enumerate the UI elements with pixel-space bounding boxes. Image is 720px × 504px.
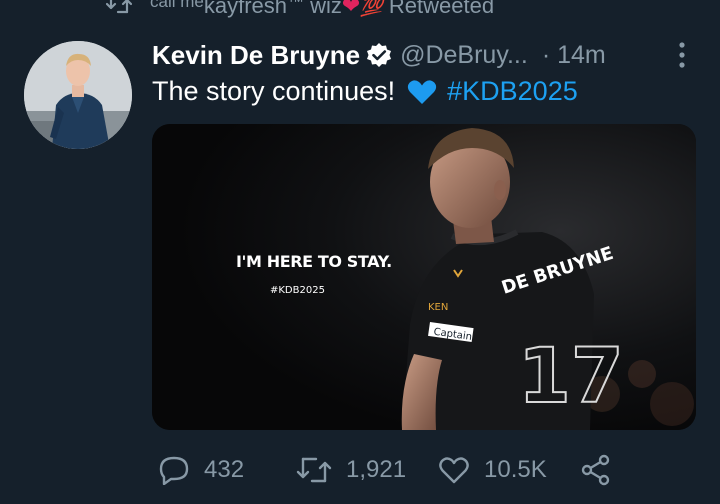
media-photo: DE BRUYNE Captain 17 KEN: [152, 124, 696, 430]
retweeter-name-main: kayfresh: [203, 0, 288, 18]
more-options-icon[interactable]: [677, 40, 687, 70]
retweet-icon: [296, 457, 332, 483]
avatar-photo: [24, 41, 132, 149]
retweet-count: 1,921: [346, 456, 407, 483]
retweeted-label: Retweeted: [388, 0, 495, 18]
blue-heart-emoji: [407, 79, 437, 104]
reply-button[interactable]: 432: [158, 450, 244, 490]
heart-icon: [439, 457, 469, 484]
retweet-icon: [106, 0, 132, 14]
jersey-number: 17: [518, 331, 624, 420]
like-button[interactable]: 10.5K: [438, 450, 547, 490]
like-count: 10.5K: [484, 456, 547, 483]
retweet-context[interactable]: call mekayfresh™ wiz❤💯 Retweeted: [0, 0, 720, 22]
share-button[interactable]: [580, 450, 626, 490]
tweet-media[interactable]: DE BRUYNE Captain 17 KEN I'M HERE TO STA…: [152, 124, 696, 430]
retweeter-name-prefix: call me: [150, 0, 204, 11]
verified-badge-icon: [367, 43, 392, 67]
tweet-text: The story continues! #KDB2025: [152, 76, 578, 107]
retweeter-name[interactable]: call mekayfresh™ wiz❤💯 Retweeted: [150, 0, 494, 19]
hundred-emoji: 💯: [360, 0, 383, 17]
media-caption: I'M HERE TO STAY.: [236, 252, 392, 271]
display-name[interactable]: Kevin De Bruyne: [152, 40, 360, 71]
handle[interactable]: @DeBruy...: [400, 41, 528, 70]
retweeter-name-tail: wiz: [304, 0, 342, 18]
sponsor-text: KEN: [428, 302, 448, 313]
reply-icon: [159, 456, 189, 485]
red-heart-emoji: ❤: [341, 0, 361, 18]
tweet-header: Kevin De Bruyne @DeBruy... · 14m: [152, 38, 692, 72]
media-hashtag: #KDB2025: [270, 285, 325, 296]
tweet-actions: 432 1,921 10.5K: [152, 450, 622, 490]
trademark-glyph: ™: [287, 0, 305, 11]
tweet-body: The story continues!: [152, 76, 396, 106]
reply-count: 432: [204, 456, 245, 483]
avatar[interactable]: [24, 41, 132, 149]
timestamp[interactable]: · 14m: [542, 41, 606, 70]
share-icon: [581, 454, 610, 486]
hashtag-link[interactable]: #KDB2025: [447, 76, 578, 107]
retweet-button[interactable]: 1,921: [296, 450, 406, 490]
